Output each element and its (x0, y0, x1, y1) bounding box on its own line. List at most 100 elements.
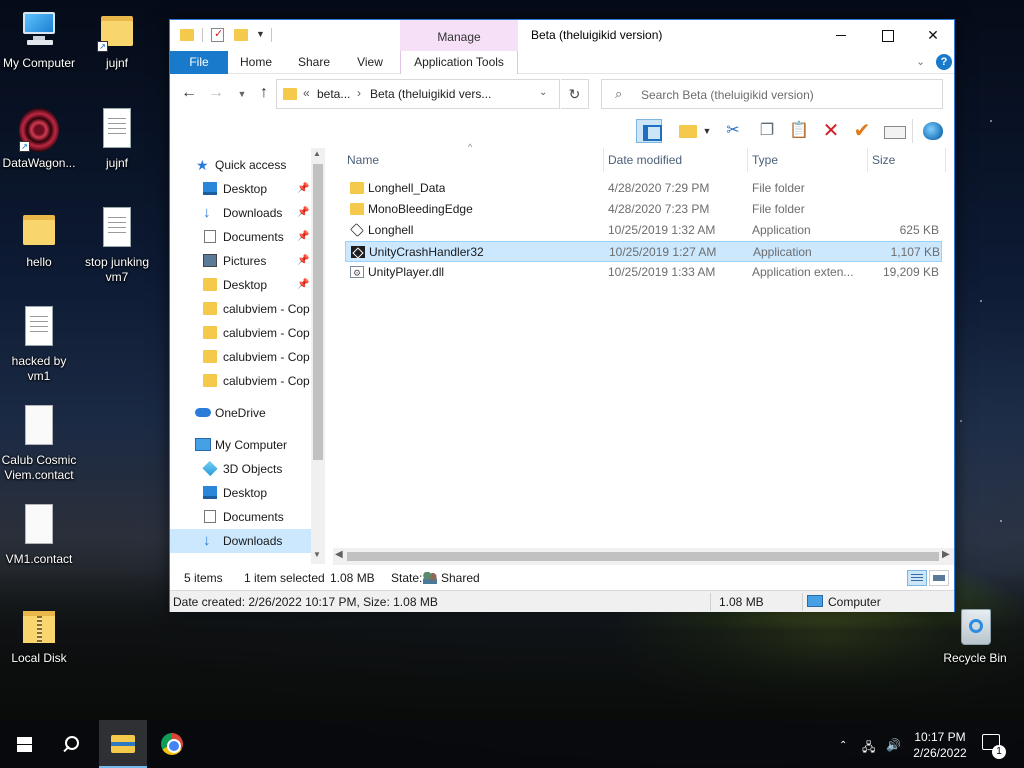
column-header-type[interactable]: Type (752, 148, 778, 172)
file-explorer-taskbar-button[interactable] (99, 720, 147, 768)
nav-pane-scrollbar[interactable]: ▲ ▼ (311, 148, 325, 564)
search-input[interactable]: Search Beta (theluigikid version) (641, 88, 814, 102)
nav-item-documents[interactable]: Documents 📌 (170, 225, 311, 249)
scroll-right-icon[interactable]: ▶ (942, 549, 950, 560)
desktop-icon-vm1-contact[interactable]: VM1.contact (0, 504, 78, 567)
search-box[interactable]: ⌕ Search Beta (theluigikid version) (601, 79, 943, 109)
desktop-icon-recycle-bin[interactable]: Recycle Bin (936, 603, 1014, 666)
address-bar[interactable]: « beta... › Beta (theluigikid vers... ⌄ (276, 79, 560, 109)
column-header-date[interactable]: Date modified (608, 148, 682, 172)
file-row[interactable]: Longhell 10/25/2019 1:32 AM Application … (345, 220, 942, 241)
column-header-name[interactable]: Name (347, 148, 379, 172)
expand-ribbon-icon[interactable]: ⌄ (916, 55, 925, 68)
tab-view[interactable]: View (344, 51, 396, 74)
address-dropdown-icon[interactable]: ⌄ (539, 87, 547, 98)
file-row[interactable]: UnityPlayer.dll 10/25/2019 1:33 AM Appli… (345, 262, 942, 284)
nav-item-downloads[interactable]: ↓ Downloads 📌 (170, 201, 311, 225)
column-header-size[interactable]: Size (872, 148, 895, 172)
recent-locations-button[interactable]: ▼ (232, 89, 252, 99)
nav-item-calubviem[interactable]: calubviem - Cop (170, 297, 311, 321)
nav-item-desktop[interactable]: Desktop (170, 481, 311, 505)
column-divider[interactable] (603, 148, 604, 172)
nav-item-downloads-selected[interactable]: ↓ Downloads (170, 529, 311, 553)
nav-item-documents[interactable]: Documents (170, 505, 311, 529)
minimize-button[interactable] (818, 20, 864, 51)
scrollbar-thumb[interactable] (313, 164, 323, 460)
desktop-icon-stop-junking[interactable]: stop junking vm7 (78, 207, 156, 285)
tab-home[interactable]: Home (228, 51, 284, 74)
scroll-left-icon[interactable]: ◀ (335, 549, 343, 560)
chrome-taskbar-button[interactable] (148, 720, 196, 768)
desktop-icon-jujnf-folder[interactable]: ↗ jujnf (78, 8, 156, 71)
nav-item-3d-objects[interactable]: 3D Objects (170, 457, 311, 481)
column-divider[interactable] (945, 148, 946, 172)
scrollbar-thumb[interactable] (347, 552, 939, 561)
nav-item-my-computer[interactable]: My Computer (170, 433, 311, 457)
pin-icon[interactable]: 📌 (297, 249, 309, 273)
pin-icon[interactable]: 📌 (297, 273, 309, 297)
start-button[interactable] (0, 720, 48, 768)
chevron-down-icon[interactable]: ▼ (256, 29, 265, 45)
copy-icon[interactable]: ❐ (754, 119, 780, 143)
desktop-icon-local-disk[interactable]: Local Disk (0, 603, 78, 666)
pin-icon[interactable]: 📌 (297, 225, 309, 249)
large-icons-view-icon[interactable] (929, 570, 949, 586)
desktop-icon-datawagon[interactable]: ↗ DataWagon... (0, 108, 78, 171)
show-hidden-icons-icon[interactable]: ⌃ (839, 740, 847, 751)
delete-icon[interactable]: ✕ (818, 119, 844, 143)
shell-icon[interactable] (920, 119, 946, 143)
volume-icon[interactable]: 🔊 (886, 738, 901, 752)
help-icon[interactable]: ? (936, 54, 952, 70)
maximize-button[interactable] (864, 20, 910, 51)
new-folder-icon[interactable] (676, 119, 702, 143)
title-bar[interactable]: ▼ Manage Beta (theluigikid version) ✕ (170, 20, 954, 51)
clock[interactable]: 10:17 PM 2/26/2022 (905, 729, 975, 761)
desktop-icon-jujnf-text[interactable]: jujnf (78, 108, 156, 171)
new-folder-icon[interactable] (234, 29, 248, 41)
file-row-selected[interactable]: UnityCrashHandler32 10/25/2019 1:27 AM A… (345, 241, 942, 262)
address-overflow[interactable]: « (303, 86, 310, 100)
scroll-up-icon[interactable]: ▲ (313, 149, 321, 158)
preview-pane-icon[interactable] (636, 119, 662, 143)
close-button[interactable]: ✕ (910, 20, 956, 51)
nav-item-calubviem[interactable]: calubviem - Cop (170, 345, 311, 369)
scroll-down-icon[interactable]: ▼ (313, 550, 321, 559)
properties-icon[interactable] (211, 27, 224, 42)
pin-icon[interactable]: 📌 (297, 177, 309, 201)
column-divider[interactable] (747, 148, 748, 172)
breadcrumb-beta[interactable]: beta... (317, 87, 350, 101)
nav-item-quick-access[interactable]: ★ Quick access (170, 153, 311, 177)
desktop-icon-my-computer[interactable]: My Computer (0, 8, 78, 71)
column-divider[interactable] (867, 148, 868, 172)
paste-icon[interactable]: 📋 (786, 119, 812, 143)
pin-icon[interactable]: 📌 (297, 201, 309, 225)
nav-item-calubviem[interactable]: calubviem - Cop (170, 321, 311, 345)
network-icon[interactable]: 🖧 (862, 738, 875, 759)
chevron-down-icon[interactable]: ▼ (700, 119, 714, 143)
nav-item-pictures[interactable]: Pictures 📌 (170, 249, 311, 273)
forward-button[interactable]: → (206, 84, 226, 102)
check-icon[interactable]: ✔ (849, 119, 875, 143)
rename-icon[interactable] (881, 119, 907, 143)
file-row[interactable]: MonoBleedingEdge 4/28/2020 7:23 PM File … (345, 199, 942, 220)
tab-share[interactable]: Share (284, 51, 344, 74)
cut-icon[interactable]: ✂ (720, 119, 746, 143)
nav-item-desktop[interactable]: Desktop 📌 (170, 177, 311, 201)
tab-application-tools[interactable]: Application Tools (400, 51, 518, 74)
tab-file[interactable]: File (170, 51, 228, 74)
breadcrumb-current[interactable]: Beta (theluigikid vers... (370, 87, 491, 101)
desktop-icon-hello[interactable]: hello (0, 207, 78, 270)
back-button[interactable]: ← (179, 84, 199, 102)
nav-item-onedrive[interactable]: OneDrive (170, 401, 311, 425)
nav-item-desktop-folder[interactable]: Desktop 📌 (170, 273, 311, 297)
up-button[interactable]: ↑ (254, 84, 274, 102)
file-row[interactable]: Longhell_Data 4/28/2020 7:29 PM File fol… (345, 178, 942, 199)
details-view-icon[interactable] (907, 570, 927, 586)
refresh-button[interactable]: ↻ (561, 79, 589, 109)
search-button[interactable] (48, 720, 96, 768)
desktop-icon-hacked-by-vm1[interactable]: hacked by vm1 (0, 306, 78, 384)
horizontal-scrollbar[interactable]: ◀ ▶ (333, 548, 954, 565)
desktop-icon-calub-contact[interactable]: Calub Cosmic Viem.contact (0, 405, 78, 483)
nav-item-calubviem[interactable]: calubviem - Cop (170, 369, 311, 393)
manage-contextual-tab[interactable]: Manage (400, 20, 518, 51)
